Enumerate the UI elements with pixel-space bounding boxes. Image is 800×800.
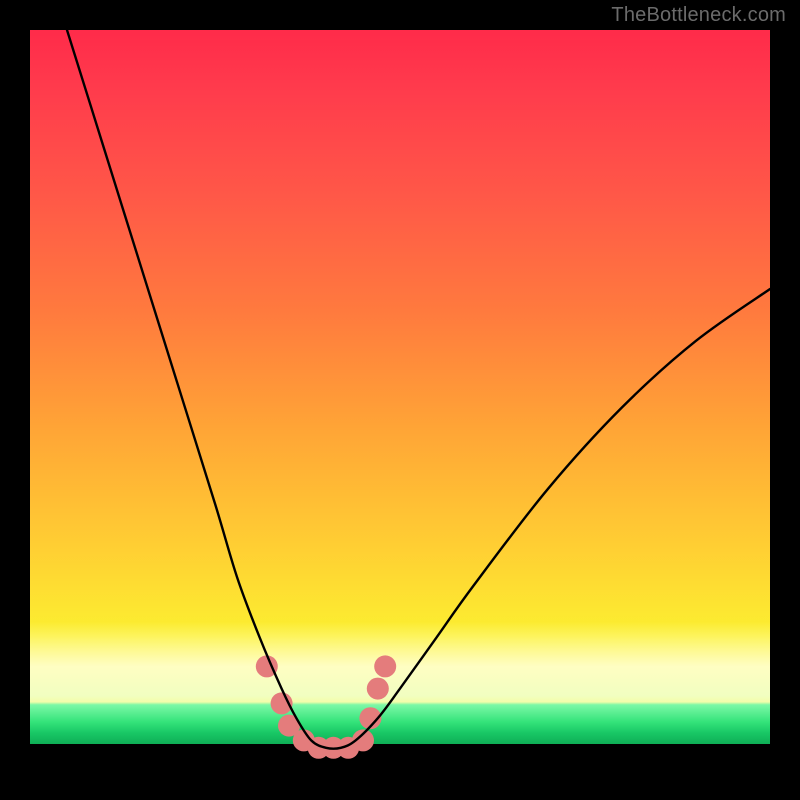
- curve-layer: [30, 30, 770, 770]
- chart-frame: TheBottleneck.com: [0, 0, 800, 800]
- watermark-text: TheBottleneck.com: [611, 4, 786, 27]
- valley-marker: [367, 678, 389, 700]
- valley-marker: [374, 655, 396, 677]
- plot-area: [30, 30, 770, 770]
- bottleneck-curve: [67, 30, 770, 749]
- marker-cluster: [256, 655, 396, 758]
